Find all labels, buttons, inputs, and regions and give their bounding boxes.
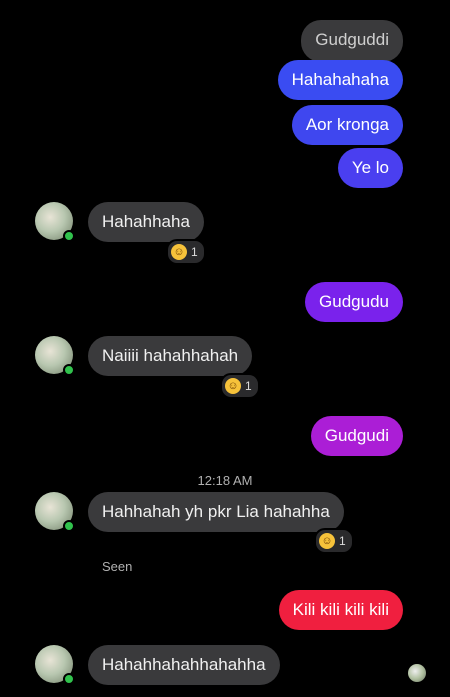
sent-message[interactable]: Aor kronga bbox=[291, 105, 403, 145]
contact-avatar[interactable] bbox=[35, 336, 75, 376]
seen-indicator: Seen bbox=[102, 559, 133, 574]
sent-message[interactable]: Kili kili kili kili bbox=[278, 590, 403, 630]
received-message[interactable]: Hahhahah yh pkr Lia hahahha bbox=[88, 492, 344, 532]
laughing-emoji-icon: ☺ bbox=[225, 378, 241, 394]
message-timestamp: 12:18 AM bbox=[197, 473, 253, 488]
reaction-badge[interactable]: ☺ 1 bbox=[314, 528, 354, 554]
online-status-dot bbox=[63, 364, 75, 376]
online-status-dot bbox=[63, 520, 75, 532]
received-message[interactable]: Hahahhahahhahahha bbox=[88, 645, 280, 685]
sent-message[interactable]: Hahahahaha bbox=[277, 60, 403, 100]
reaction-badge[interactable]: ☺ 1 bbox=[220, 373, 260, 399]
contact-avatar[interactable] bbox=[35, 645, 75, 685]
received-message[interactable]: Naiiii hahahhahah bbox=[88, 336, 253, 376]
contact-avatar[interactable] bbox=[35, 202, 75, 242]
laughing-emoji-icon: ☺ bbox=[171, 244, 187, 260]
sent-message[interactable]: Ye lo bbox=[337, 148, 403, 188]
online-status-dot bbox=[63, 230, 75, 242]
received-message[interactable]: Hahahhaha bbox=[88, 202, 204, 242]
reaction-badge[interactable]: ☺ 1 bbox=[166, 239, 206, 265]
sent-message[interactable]: Gudgudi bbox=[310, 416, 403, 456]
sent-message[interactable]: Gudgudu bbox=[305, 282, 403, 322]
sent-message[interactable]: Gudguddi bbox=[301, 20, 403, 62]
online-status-dot bbox=[63, 673, 75, 685]
reaction-count: 1 bbox=[339, 534, 346, 548]
reaction-count: 1 bbox=[191, 245, 198, 259]
read-receipt-avatar bbox=[408, 664, 426, 682]
reaction-count: 1 bbox=[245, 379, 252, 393]
contact-avatar[interactable] bbox=[35, 492, 75, 532]
laughing-emoji-icon: ☺ bbox=[319, 533, 335, 549]
